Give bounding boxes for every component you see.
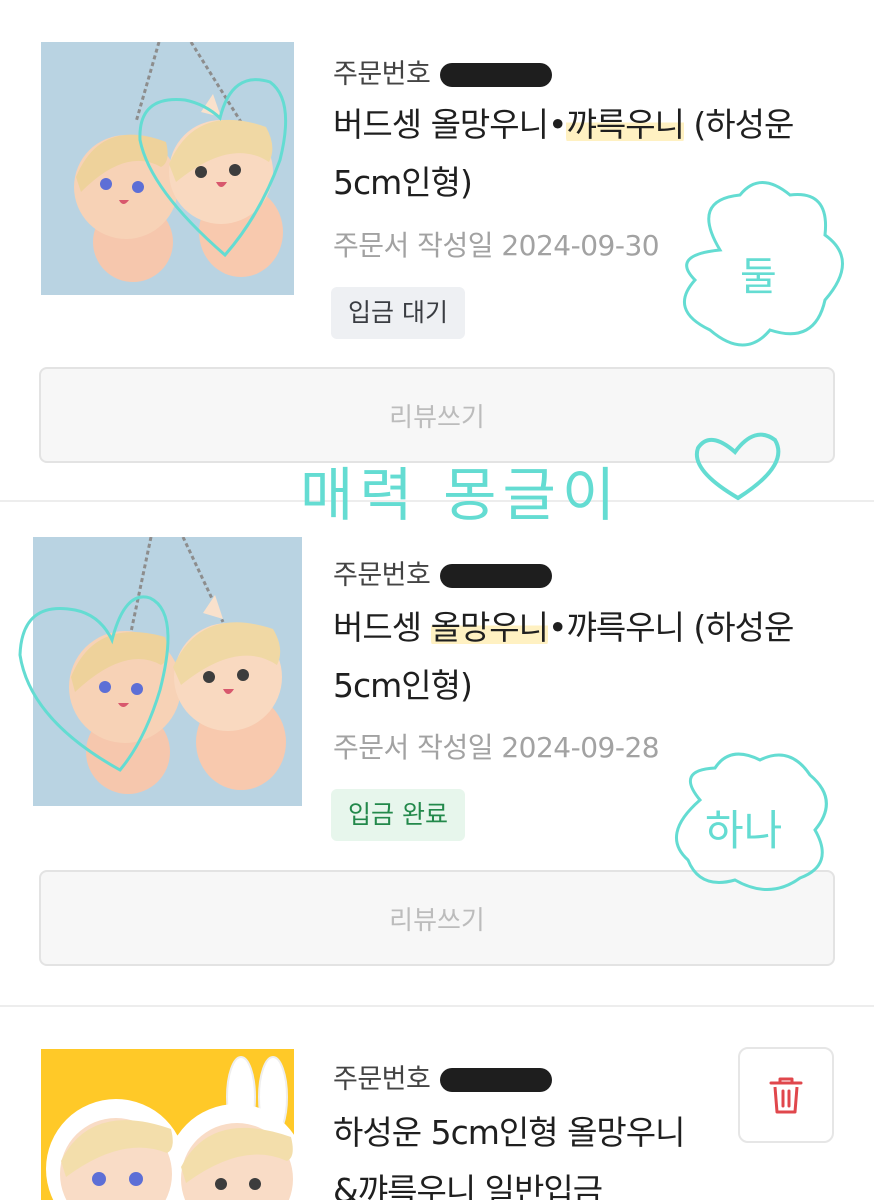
order-number-label: 주문번호 [333, 1064, 431, 1095]
product-title[interactable]: 버드셍 올망우니•꺄륵우니 (하성운 5cm인형) [333, 96, 803, 212]
review-button[interactable]: 리뷰쓰기 [39, 870, 835, 966]
product-thumbnail[interactable] [41, 1049, 294, 1200]
status-badge: 입금 완료 [331, 789, 465, 841]
plush-photo [41, 42, 294, 295]
doodle-text-cloud-top: 둘 [740, 254, 777, 300]
product-title[interactable]: 버드셍 올망우니•꺄륵우니 (하성운 5cm인형) [333, 599, 803, 715]
delete-order-button[interactable] [738, 1047, 834, 1143]
product-thumbnail[interactable] [41, 42, 294, 295]
doodle-text-cloud-bottom: 하나 [705, 806, 782, 855]
status-badge: 입금 대기 [331, 287, 465, 339]
order-number-label: 주문번호 [333, 59, 431, 90]
redacted-order-number [440, 1068, 553, 1092]
product-title[interactable]: 하성운 5cm인형 올망우니&꺄륵우니 일반입금 [333, 1104, 703, 1200]
title-highlight: 올망우니 [430, 608, 549, 647]
title-highlight: 꺄륵우니 [566, 105, 685, 144]
order-number: 주문번호 [333, 553, 553, 592]
order-date: 주문서 작성일 2024-09-28 [333, 731, 660, 764]
redacted-order-number [440, 564, 553, 588]
divider [0, 1005, 874, 1007]
order-number: 주문번호 [333, 1057, 553, 1096]
title-part: 버드셍 올망우니• [333, 105, 567, 144]
order-date: 주문서 작성일 2024-09-30 [333, 229, 660, 262]
divider [0, 500, 874, 502]
title-part: 버드셍 [333, 608, 431, 647]
order-number: 주문번호 [333, 52, 553, 91]
plush-photo [33, 537, 302, 806]
order-number-label: 주문번호 [333, 560, 431, 591]
review-button[interactable]: 리뷰쓰기 [39, 367, 835, 463]
product-thumbnail[interactable] [33, 537, 302, 806]
trash-icon [769, 1077, 803, 1114]
plush-photo [41, 1049, 294, 1200]
redacted-order-number [440, 63, 553, 87]
doodle-text-middle: 매력 몽글이 [300, 461, 621, 529]
